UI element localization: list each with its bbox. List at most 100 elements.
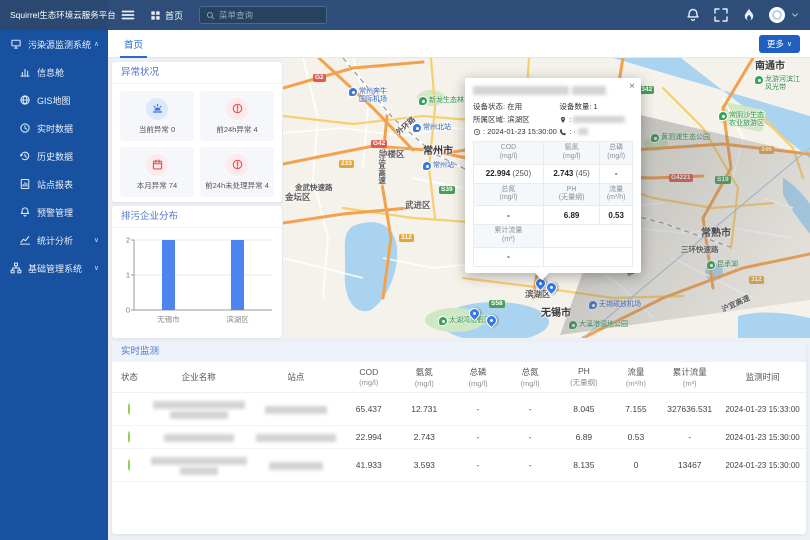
stat-card[interactable]: 本月异常 74 [120, 147, 194, 197]
metric-label: PH(无量纲) [543, 183, 599, 206]
park-poi-icon [419, 97, 427, 105]
park-poi-icon [439, 317, 447, 325]
company-name-redacted [147, 393, 251, 426]
map-poi-green[interactable]: 黄泗浦生态公园 [651, 134, 710, 142]
stat-card-grid: 当前异常 0 前24h异常 4 本月异常 74前24h未处理异常 4 [112, 84, 282, 204]
table-row[interactable]: 22.9942.743--6.890.53-2024-01-23 15:30:0… [112, 426, 806, 449]
redacted-text [578, 128, 588, 135]
monitor-time-cell: 2024-01-23 15:33:00 [719, 393, 806, 426]
column-header: 总氮(mg/l) [504, 362, 556, 393]
search-input[interactable] [219, 10, 320, 20]
map-road-label: 三环快速路 [681, 246, 719, 255]
sidebar-item-monitor[interactable]: 污染源监测系统∧ [0, 30, 108, 58]
sidebar-item-realtime[interactable]: 实时数据 [0, 114, 108, 142]
dashboard-page: 异常状况 当前异常 0 前24h异常 4 本月异常 74前24h未处理异常 4 排污… [108, 58, 810, 540]
redacted-text [180, 467, 218, 475]
sidebar-item-alert[interactable]: 预警管理 [0, 198, 108, 226]
column-header: COD(mg/l) [341, 362, 397, 393]
map-poi-blue[interactable]: 常州奔牛 国际机场 [349, 88, 387, 104]
monitor-table: 状态企业名称站点COD(mg/l)氨氮(mg/l)总磷(mg/l)总氮(mg/l… [112, 362, 806, 482]
sidebar-item-stats[interactable]: 统计分析∨ [0, 226, 108, 254]
user-avatar[interactable] [769, 7, 785, 23]
popup-info-field: 设备状态: 在用 [473, 101, 559, 112]
metric-label: 总氮(mg/l) [474, 183, 544, 206]
tab-home[interactable]: 首页 [120, 30, 147, 58]
stat-card[interactable]: 当前异常 0 [120, 91, 194, 141]
svg-text:0: 0 [126, 306, 130, 315]
app-root: Squirrel生态环境云服务平台 首页 污染源监测系统∧信息舱GIS地图实时数… [0, 0, 810, 540]
map-poi-green[interactable]: 太湖湾度假区 [439, 317, 491, 325]
map-poi-blue[interactable]: 无锡硕放机场 [589, 301, 641, 309]
sidebar-item-report[interactable]: 站点报表 [0, 170, 108, 198]
metric-label: 氨氮(mg/l) [543, 142, 599, 165]
base-icon [10, 262, 22, 274]
metric-cell: - [452, 393, 504, 426]
table-row[interactable]: 65.43712.731--8.0457.155327636.5312024-0… [112, 393, 806, 426]
notification-bell-icon[interactable] [685, 7, 701, 23]
company-name-redacted [147, 449, 251, 482]
map-poi-green[interactable]: 昆承湖 [707, 261, 738, 269]
metric-cell: 327636.531 [660, 393, 719, 426]
fullscreen-icon[interactable] [713, 7, 729, 23]
redacted-text [269, 462, 323, 470]
map-poi-green[interactable]: 常阴沙生态 农业旅游区 [719, 112, 764, 128]
metric-label: 流量(m³/h) [600, 183, 633, 206]
map-poi-blue[interactable]: 常州站 [423, 162, 454, 170]
chevron-down-icon[interactable] [790, 10, 800, 20]
column-header: 流量(m³/h) [612, 362, 661, 393]
map-poi-green[interactable]: 新龙生态林 [419, 97, 464, 105]
popup-device-info: 设备状态: 在用设备数量: 1所属区域: 滨湖区:: 2024-01-23 15… [473, 101, 633, 136]
map-poi-green[interactable]: 龙游河滨江 风光带 [755, 76, 800, 92]
enterprise-distribution-panel: 排污企业分布 210无锡市滨湖区 [112, 206, 282, 338]
tab-bar: 首页 更多∨ [108, 30, 810, 58]
popup-info-field: : [559, 114, 633, 125]
metric-cell: 2.743 [397, 426, 453, 449]
status-indicator [128, 459, 130, 471]
metric-label: 总磷(mg/l) [600, 142, 633, 165]
map[interactable]: 常州市无锡市南通市常熟市武进区金坛区钟楼区滨湖区金武快速路外环路江宜高速三环快速… [283, 58, 810, 338]
column-header: 氨氮(mg/l) [397, 362, 453, 393]
metric-label: COD(mg/l) [474, 142, 544, 165]
map-road-badge: G4221 [669, 174, 693, 182]
caret-down-icon: ∨ [94, 236, 99, 244]
close-icon[interactable]: × [629, 81, 635, 92]
map-road-badge: S19 [715, 176, 731, 184]
map-poi-green[interactable]: 大溪港湿地公园 [569, 321, 628, 329]
stat-card-label: 前24h异常 4 [216, 124, 257, 135]
hamburger-menu-icon[interactable] [120, 7, 136, 23]
stat-card[interactable]: 前24h未处理异常 4 [200, 147, 274, 197]
metric-cell: - [452, 426, 504, 449]
metric-value: - [474, 247, 544, 266]
sidebar-item-gis[interactable]: GIS地图 [0, 86, 108, 114]
infohub-icon [19, 66, 31, 78]
table-row[interactable]: 41.9333.593--8.1350134672024-01-23 15:30… [112, 449, 806, 482]
metric-value: - [600, 164, 633, 183]
clockalert-icon [226, 98, 248, 120]
map-city-label: 常州市 [423, 146, 453, 158]
metric-cell: 65.437 [341, 393, 397, 426]
stat-card[interactable]: 前24h异常 4 [200, 91, 274, 141]
map-poi-blue[interactable]: 常州北站 [413, 124, 451, 132]
transport-poi-icon [413, 124, 421, 132]
map-city-label: 无锡市 [541, 308, 571, 320]
site-name-redacted [251, 449, 341, 482]
metric-cell: 6.89 [556, 426, 612, 449]
sidebar-item-history[interactable]: 历史数据 [0, 142, 108, 170]
map-city-label: 南通市 [755, 61, 785, 73]
metric-cell: 8.045 [556, 393, 612, 426]
park-poi-icon [569, 321, 577, 329]
column-header: 企业名称 [147, 362, 251, 393]
sidebar-item-infohub[interactable]: 信息舱 [0, 58, 108, 86]
column-header: 总磷(mg/l) [452, 362, 504, 393]
flame-icon[interactable] [741, 7, 757, 23]
sidebar-item-base[interactable]: 基础管理系统∨ [0, 254, 108, 282]
more-button[interactable]: 更多∨ [759, 35, 800, 53]
popup-title-redacted [473, 85, 633, 96]
nav-home[interactable]: 首页 [150, 9, 183, 22]
metric-cell: 13467 [660, 449, 719, 482]
menu-search[interactable] [199, 6, 327, 24]
park-poi-icon [651, 134, 659, 142]
panel-title: 异常状况 [112, 62, 282, 84]
search-icon [206, 11, 215, 20]
park-poi-icon [755, 76, 763, 84]
